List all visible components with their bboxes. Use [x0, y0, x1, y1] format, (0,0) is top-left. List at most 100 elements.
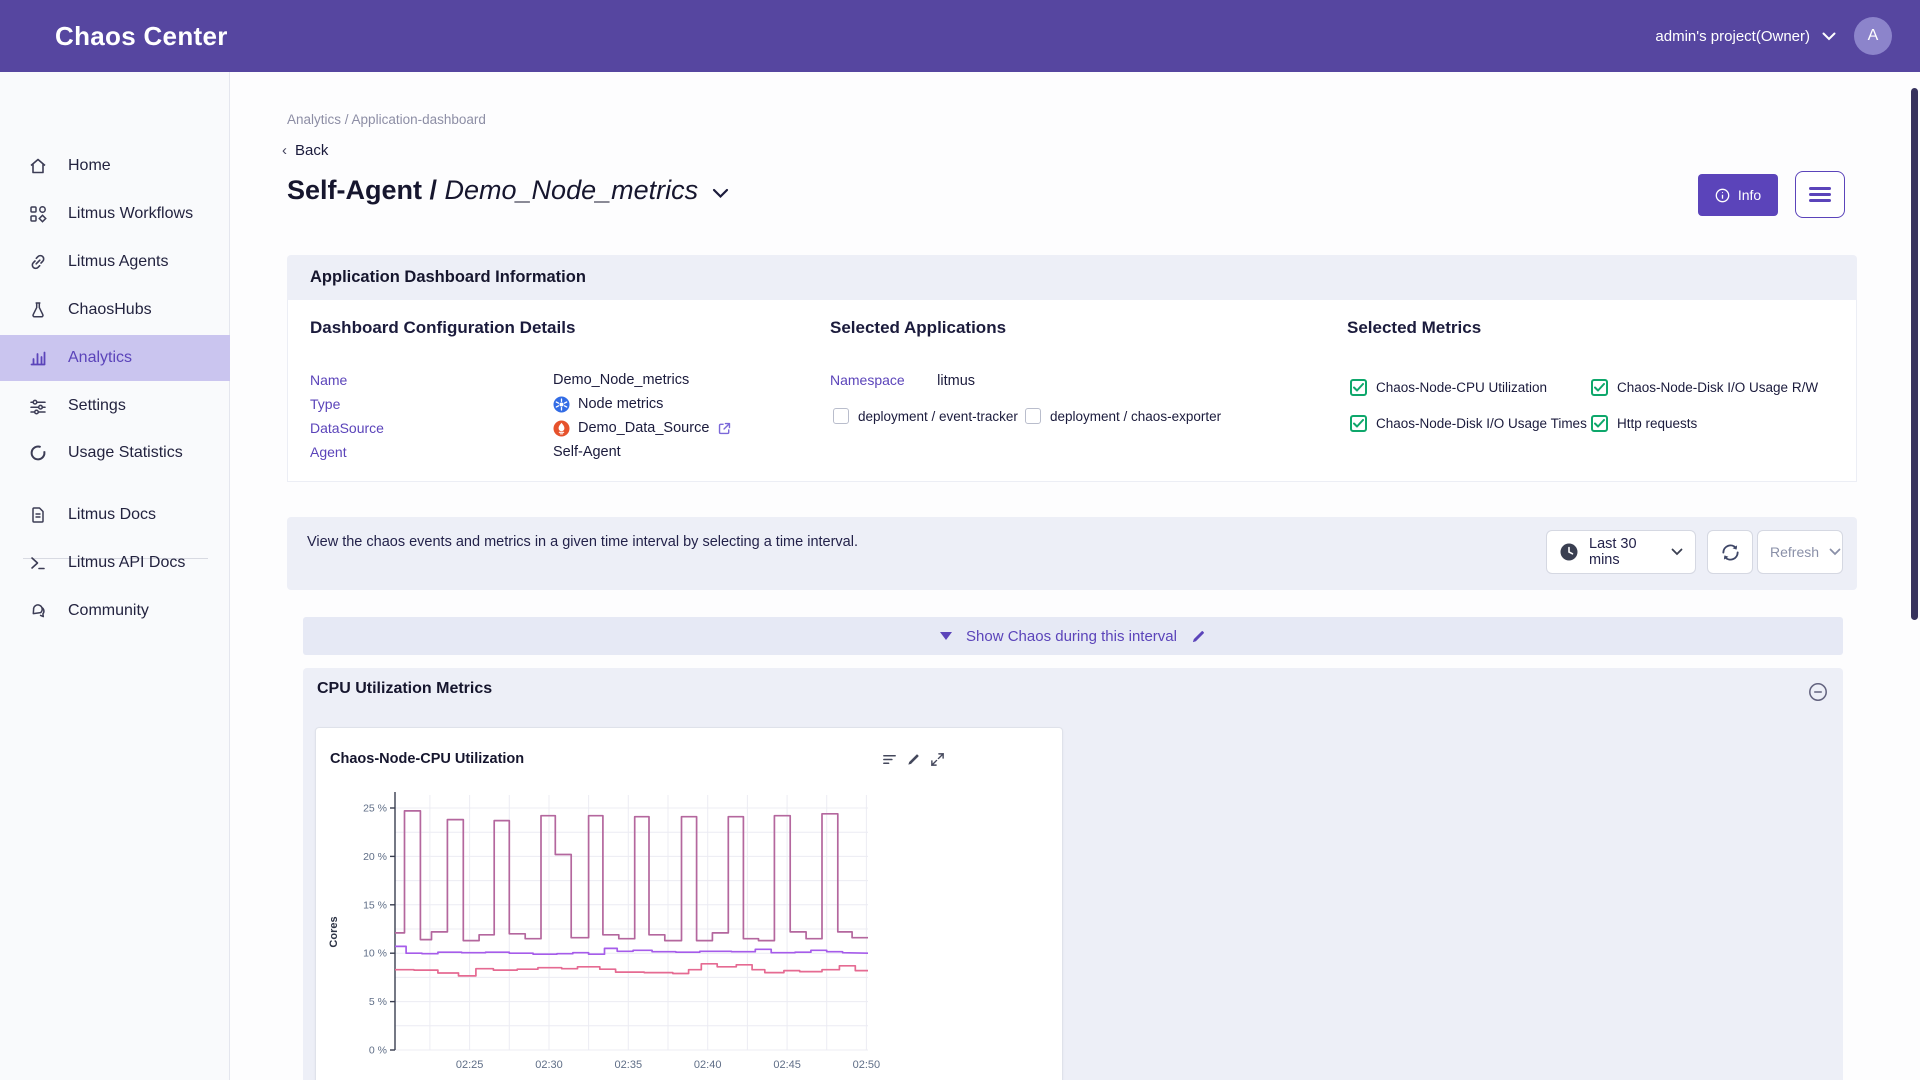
svg-text:10 %: 10 % — [363, 948, 387, 960]
app-checkbox-event-tracker[interactable]: deployment / event-tracker — [833, 408, 1018, 424]
breadcrumb-analytics[interactable]: Analytics — [287, 112, 341, 127]
checkbox-checked[interactable] — [1350, 415, 1367, 432]
checkbox-label: Chaos-Node-Disk I/O Usage R/W — [1617, 380, 1818, 395]
checkbox-checked[interactable] — [1591, 379, 1608, 396]
chevron-down-icon — [1671, 548, 1683, 556]
config-row-datasource: DataSource Demo_Data_Source — [310, 416, 810, 440]
config-value: Node metrics — [578, 396, 663, 412]
checkbox-label: Chaos-Node-Disk I/O Usage Times — [1376, 416, 1587, 431]
metric-checkbox-disk-io-times[interactable]: Chaos-Node-Disk I/O Usage Times — [1350, 415, 1587, 432]
chart-options-icon[interactable] — [882, 752, 897, 767]
checkbox-checked[interactable] — [1591, 415, 1608, 432]
sidebar-item-litmus-agents[interactable]: Litmus Agents — [0, 239, 230, 285]
sidebar-item-label: Home — [68, 157, 111, 175]
time-interval-description: View the chaos events and metrics in a g… — [307, 531, 867, 554]
svg-text:25 %: 25 % — [363, 803, 387, 815]
info-button[interactable]: Info — [1698, 174, 1778, 216]
namespace-value: litmus — [937, 373, 975, 389]
sidebar-item-label: Usage Statistics — [68, 444, 183, 462]
sidebar-item-settings[interactable]: Settings — [0, 383, 230, 429]
show-chaos-toggle[interactable]: Show Chaos during this interval — [303, 617, 1843, 655]
sidebar-item-litmus-workflows[interactable]: Litmus Workflows — [0, 191, 230, 237]
checkbox-checked[interactable] — [1350, 379, 1367, 396]
sidebar-item-label: Community — [68, 602, 149, 620]
chevron-left-icon: ‹ — [282, 142, 287, 159]
chevron-down-icon — [1829, 548, 1841, 556]
refresh-interval-selector[interactable]: Refresh — [1757, 530, 1843, 574]
refresh-now-button[interactable] — [1707, 530, 1753, 574]
project-selector[interactable]: admin's project(Owner) — [1655, 28, 1836, 45]
metric-checkbox-http-requests[interactable]: Http requests — [1591, 415, 1697, 432]
checkbox-unchecked[interactable] — [833, 408, 849, 424]
sidebar-item-litmus-api-docs[interactable]: Litmus API Docs — [0, 540, 230, 586]
main-content: Analytics / Application-dashboard ‹ Back… — [230, 72, 1920, 1080]
edit-pencil-icon[interactable] — [1191, 629, 1206, 644]
analytics-icon — [28, 348, 48, 368]
workflows-icon — [28, 204, 48, 224]
info-icon — [1715, 188, 1730, 203]
breadcrumb-separator: / — [341, 112, 352, 127]
avatar[interactable]: A — [1854, 17, 1892, 55]
sidebar-item-litmus-docs[interactable]: Litmus Docs — [0, 492, 230, 538]
config-value: Demo_Data_Source — [578, 420, 709, 436]
config-row-agent: Agent Self-Agent — [310, 440, 810, 464]
page-scrollbar[interactable] — [1911, 88, 1918, 620]
back-button[interactable]: ‹ Back — [282, 142, 328, 159]
clock-icon — [1559, 542, 1579, 562]
time-range-selector[interactable]: Last 30 mins — [1546, 530, 1696, 574]
refresh-icon — [1720, 542, 1741, 563]
sidebar-item-home[interactable]: Home — [0, 143, 230, 189]
external-link-icon[interactable] — [717, 421, 732, 436]
sidebar-item-label: Litmus Workflows — [68, 205, 193, 223]
prometheus-icon — [553, 420, 570, 437]
show-chaos-label: Show Chaos during this interval — [966, 628, 1177, 645]
home-icon — [28, 156, 48, 176]
svg-text:02:35: 02:35 — [615, 1059, 643, 1071]
sidebar: Home Litmus Workflows Litmus Agents Chao… — [0, 72, 230, 1080]
usage-statistics-icon — [28, 443, 48, 463]
metric-checkbox-disk-io-rw[interactable]: Chaos-Node-Disk I/O Usage R/W — [1591, 379, 1818, 396]
svg-text:Cores: Cores — [328, 916, 340, 947]
sidebar-item-analytics[interactable]: Analytics — [0, 335, 230, 381]
title-dropdown-chevron-icon[interactable] — [712, 188, 729, 199]
collapse-panel-icon[interactable] — [1808, 682, 1828, 702]
dashboard-info-header: Application Dashboard Information — [287, 255, 1857, 300]
app-root: Chaos Center admin's project(Owner) A Ho… — [0, 0, 1920, 1080]
sidebar-item-label: ChaosHubs — [68, 301, 152, 319]
chart-expand-icon[interactable] — [930, 752, 945, 767]
cpu-utilization-chart[interactable]: 0 %5 %10 %15 %20 %25 %02:2502:3002:3502:… — [317, 782, 1061, 1080]
terminal-icon — [28, 553, 48, 573]
sidebar-item-label: Litmus API Docs — [68, 554, 185, 572]
config-label: Type — [310, 396, 553, 412]
svg-text:02:50: 02:50 — [853, 1059, 881, 1071]
svg-text:02:40: 02:40 — [694, 1059, 722, 1071]
checkbox-label: deployment / event-tracker — [858, 409, 1018, 424]
page-title: Self-Agent / Demo_Node_metrics — [287, 175, 698, 206]
svg-text:0 %: 0 % — [369, 1045, 387, 1057]
sidebar-item-chaoshubs[interactable]: ChaosHubs — [0, 287, 230, 333]
dashboard-info-title: Application Dashboard Information — [310, 268, 586, 287]
chart-title: Chaos-Node-CPU Utilization — [330, 751, 524, 767]
sidebar-item-usage-statistics[interactable]: Usage Statistics — [0, 430, 230, 476]
options-menu-button[interactable] — [1795, 171, 1845, 218]
svg-text:15 %: 15 % — [363, 899, 387, 911]
triangle-down-icon — [940, 632, 952, 640]
breadcrumb: Analytics / Application-dashboard — [287, 112, 486, 127]
svg-text:02:45: 02:45 — [773, 1059, 801, 1071]
selected-applications-heading: Selected Applications — [830, 318, 1006, 338]
config-value: Demo_Node_metrics — [553, 372, 689, 388]
config-row-type: Type Node metrics — [310, 392, 810, 416]
checkbox-unchecked[interactable] — [1025, 408, 1041, 424]
breadcrumb-application-dashboard[interactable]: Application-dashboard — [352, 112, 486, 127]
refresh-interval-label: Refresh — [1770, 544, 1819, 560]
metric-checkbox-cpu-utilization[interactable]: Chaos-Node-CPU Utilization — [1350, 379, 1547, 396]
config-row-name: Name Demo_Node_metrics — [310, 368, 810, 392]
chart-edit-icon[interactable] — [906, 752, 921, 767]
checkbox-label: Chaos-Node-CPU Utilization — [1376, 380, 1547, 395]
app-title: Chaos Center — [55, 21, 228, 52]
cpu-metrics-panel-title: CPU Utilization Metrics — [317, 680, 492, 698]
app-checkbox-chaos-exporter[interactable]: deployment / chaos-exporter — [1025, 408, 1221, 424]
config-label: Agent — [310, 444, 553, 460]
sidebar-item-community[interactable]: Community — [0, 588, 230, 634]
flask-icon — [28, 300, 48, 320]
